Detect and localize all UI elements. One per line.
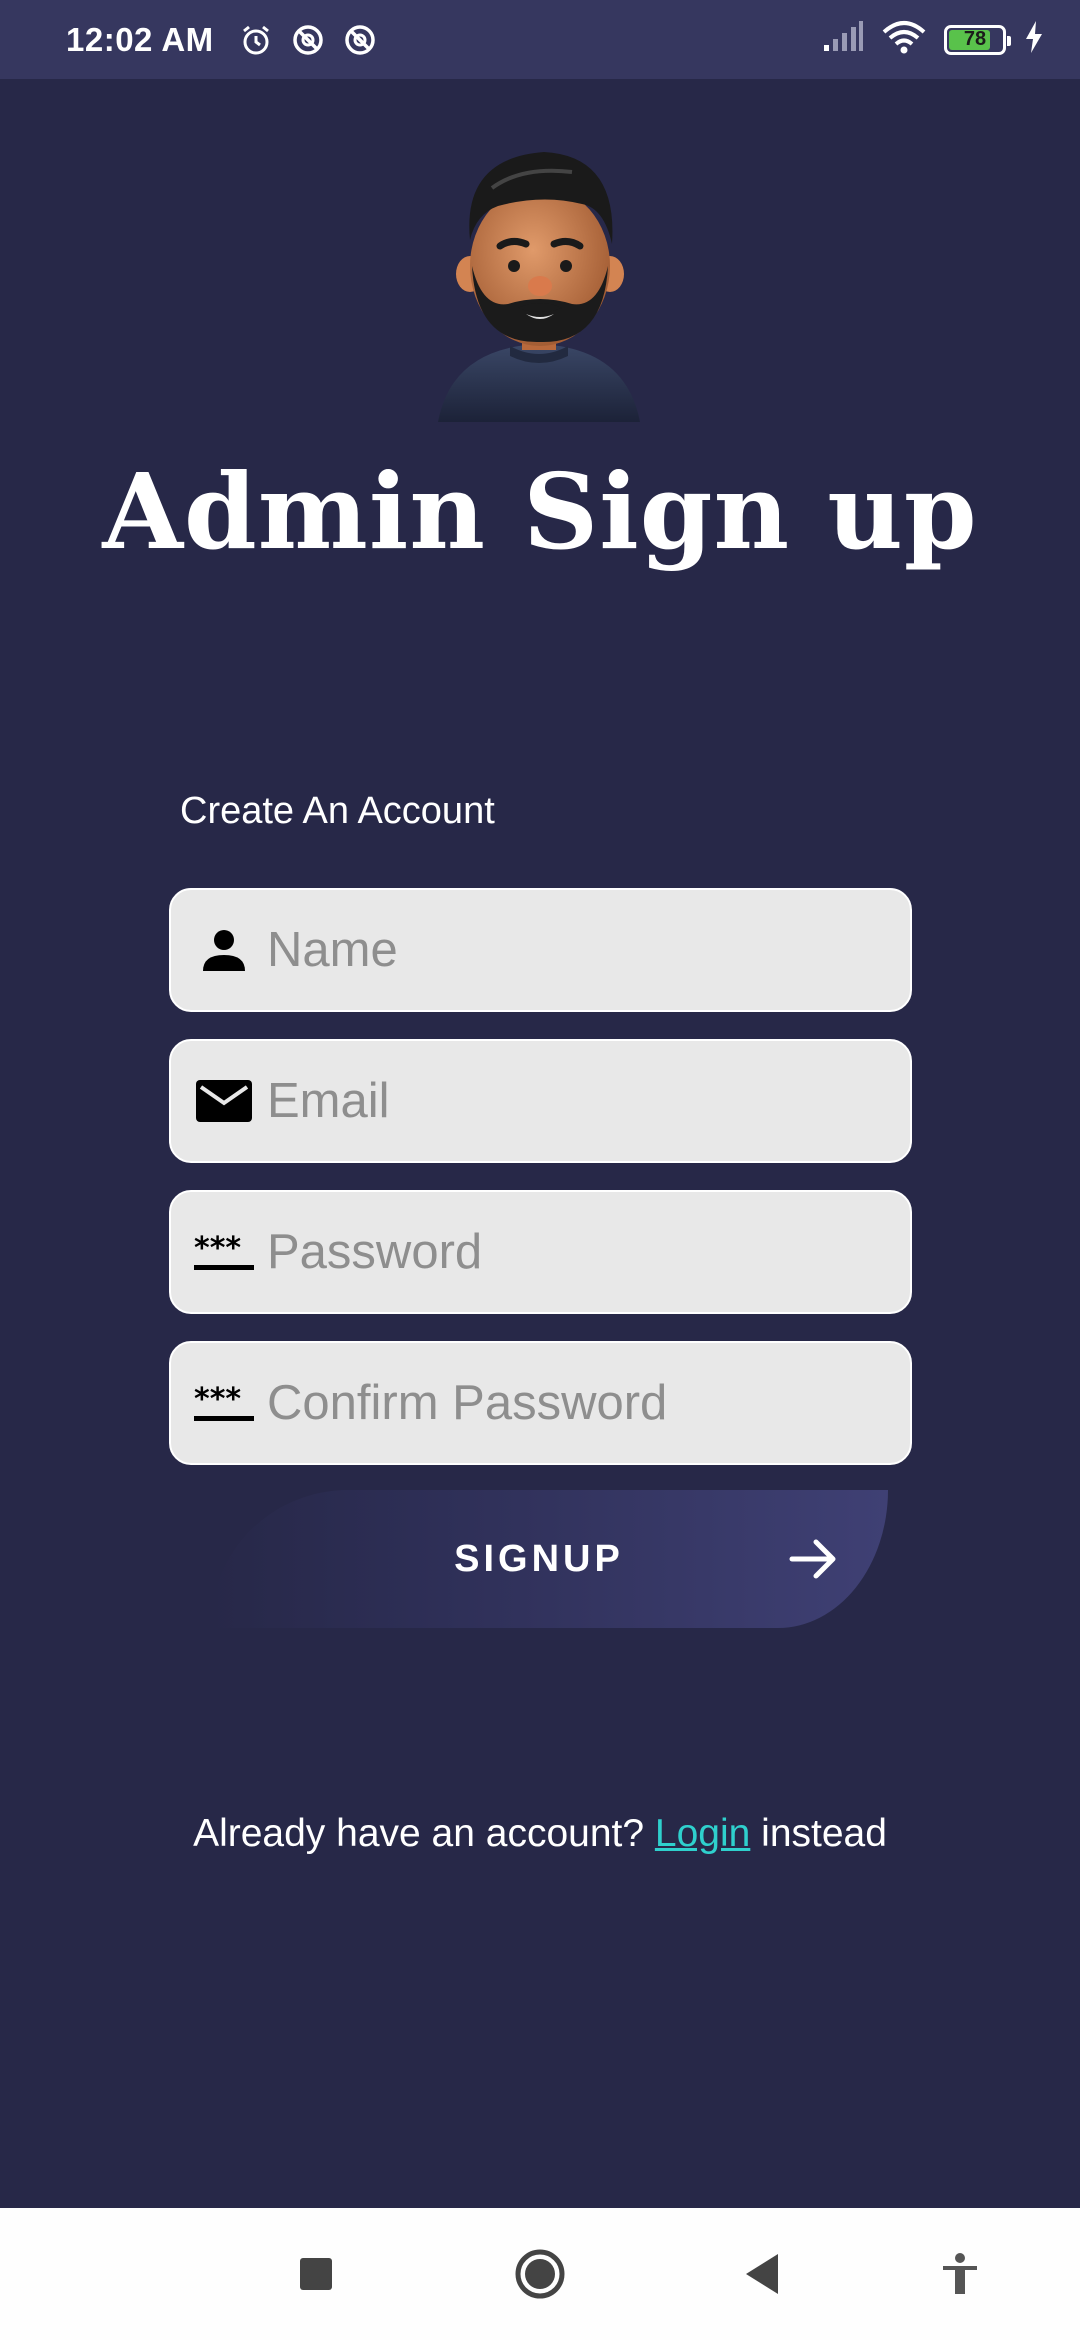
email-icon	[193, 1070, 255, 1132]
status-bar: 12:02 AM 78	[0, 0, 1080, 79]
signal-icon	[822, 21, 864, 58]
alarm-icon	[238, 22, 274, 58]
person-icon	[193, 919, 255, 981]
login-link[interactable]: Login	[655, 1812, 750, 1855]
nav-bar	[0, 2208, 1080, 2340]
page-title: Admin Sign up	[102, 450, 978, 573]
password-icon: ***	[193, 1221, 255, 1283]
svg-text:***: ***	[194, 1383, 241, 1417]
signup-button[interactable]: SIGNUP	[210, 1490, 888, 1628]
back-button[interactable]	[736, 2248, 788, 2300]
login-prompt-suffix: instead	[750, 1812, 887, 1855]
sync-off-icon	[290, 22, 326, 58]
confirm-password-input[interactable]	[267, 1375, 910, 1431]
status-right: 78	[822, 20, 1044, 59]
password-icon: ***	[193, 1372, 255, 1434]
login-prompt: Already have an account? Login instead	[0, 1812, 1080, 1856]
subtitle: Create An Account	[180, 790, 495, 832]
accessibility-button[interactable]	[934, 2248, 986, 2300]
charging-icon	[1024, 21, 1044, 58]
arrow-right-icon	[786, 1532, 840, 1586]
email-input[interactable]	[267, 1073, 910, 1129]
battery-icon: 78	[944, 24, 1011, 55]
password-input[interactable]	[267, 1224, 910, 1280]
status-left: 12:02 AM	[66, 21, 378, 59]
battery-level: 78	[963, 28, 987, 50]
password-field[interactable]: ***	[169, 1190, 912, 1314]
status-time: 12:02 AM	[66, 20, 214, 58]
home-button[interactable]	[514, 2248, 566, 2300]
login-prompt-prefix: Already have an account?	[193, 1812, 655, 1855]
email-field[interactable]	[169, 1039, 912, 1163]
sync-off-icon	[342, 22, 378, 58]
wifi-icon	[882, 20, 926, 59]
name-field[interactable]	[169, 888, 912, 1012]
confirm-password-field[interactable]: ***	[169, 1341, 912, 1465]
avatar	[432, 148, 646, 422]
recents-button[interactable]	[290, 2248, 342, 2300]
name-input[interactable]	[267, 922, 910, 978]
svg-text:***: ***	[194, 1232, 241, 1266]
signup-label: SIGNUP	[454, 1537, 624, 1580]
